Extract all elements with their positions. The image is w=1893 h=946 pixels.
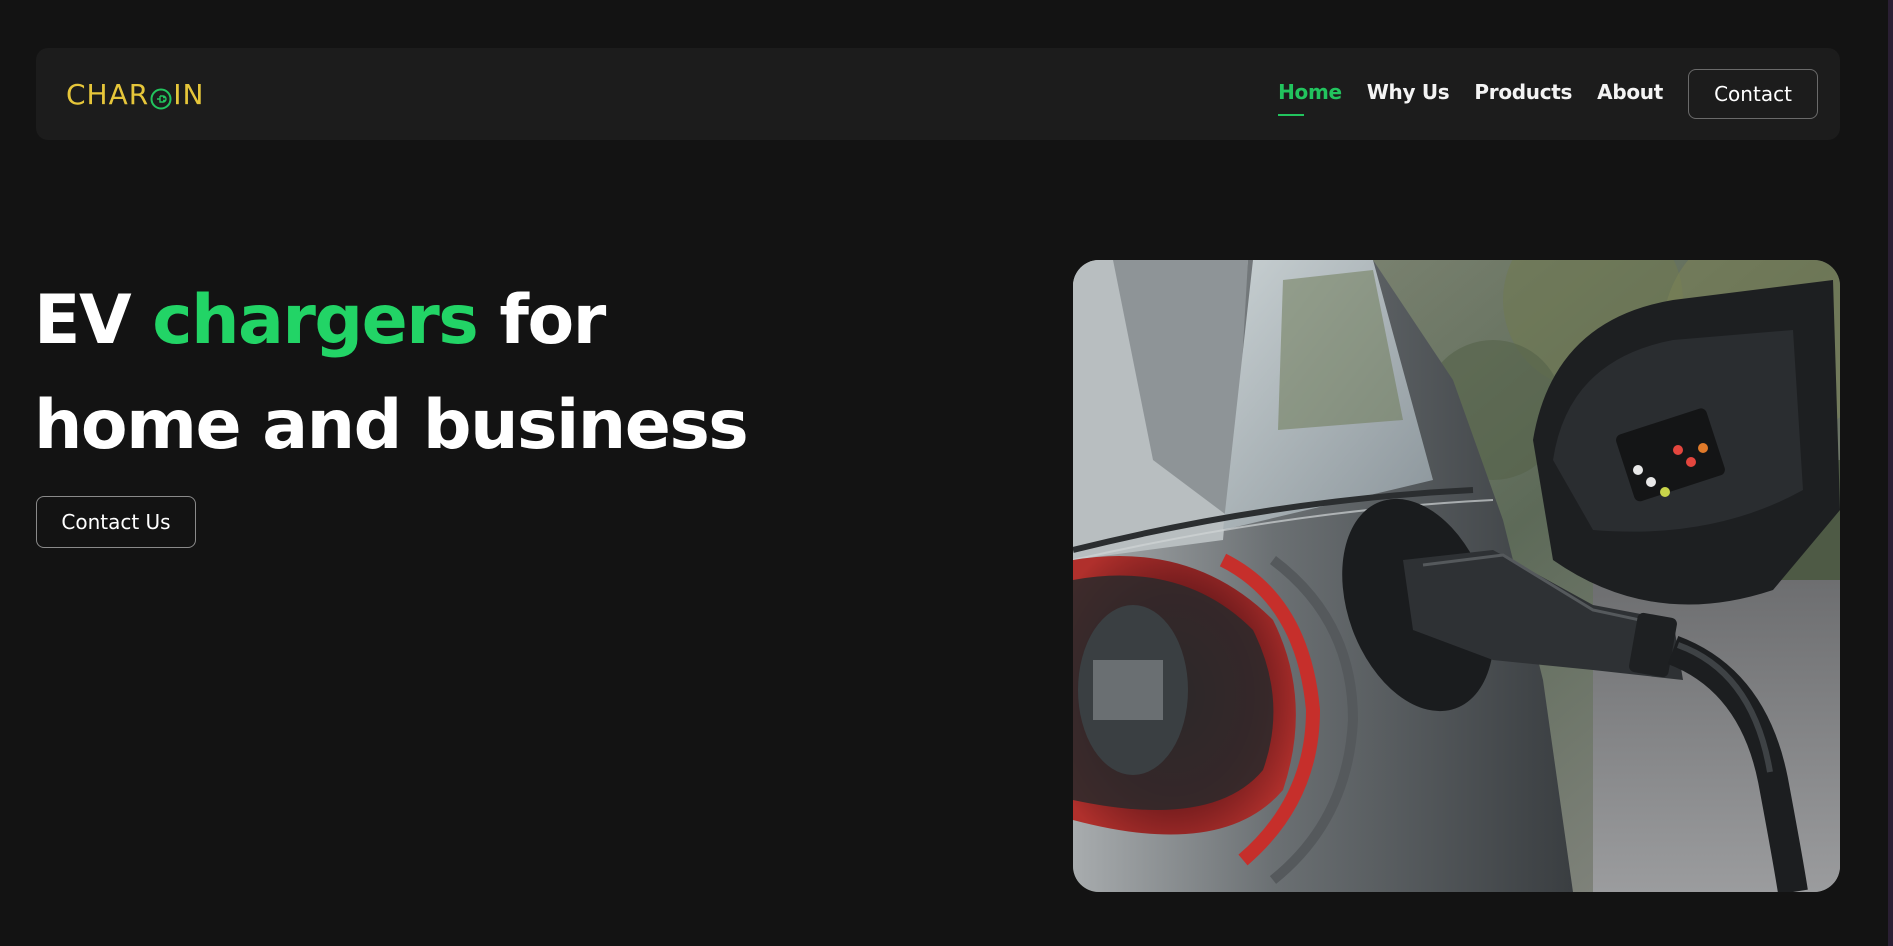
nav-links: Home Why Us Products About Contact	[1278, 68, 1818, 120]
nav-link-label: Products	[1474, 80, 1573, 104]
nav-link-label: Home	[1278, 80, 1342, 104]
nav-link-home[interactable]: Home	[1278, 80, 1342, 116]
logo-text-prefix: CHAR	[66, 77, 150, 111]
nav-link-label: Why Us	[1366, 80, 1450, 104]
nav-link-label: About	[1597, 80, 1663, 104]
plug-icon	[150, 84, 172, 110]
ev-charging-car-photo	[1073, 260, 1840, 892]
nav-link-why-us[interactable]: Why Us	[1367, 80, 1450, 108]
hero-title-part1: EV	[34, 281, 153, 360]
nav-link-about[interactable]: About	[1597, 80, 1663, 108]
contact-us-button[interactable]: Contact Us	[36, 496, 196, 548]
hero-title: EV chargers for home and business	[34, 268, 749, 478]
hero-title-part2: for	[477, 281, 606, 360]
contact-button[interactable]: Contact	[1688, 69, 1818, 119]
hero-image	[1073, 260, 1840, 892]
scrollbar-track[interactable]	[1888, 0, 1893, 946]
navbar: CHAR IN Home Why Us Products About Conta…	[36, 48, 1840, 140]
hero-title-highlight: chargers	[152, 281, 478, 360]
nav-link-products[interactable]: Products	[1474, 80, 1572, 108]
page: CHAR IN Home Why Us Products About Conta…	[0, 0, 1893, 946]
hero-title-line2: home and business	[34, 386, 749, 465]
brand-logo[interactable]: CHAR IN	[66, 77, 204, 111]
logo-text-suffix: IN	[173, 77, 205, 111]
active-indicator	[1278, 114, 1305, 116]
